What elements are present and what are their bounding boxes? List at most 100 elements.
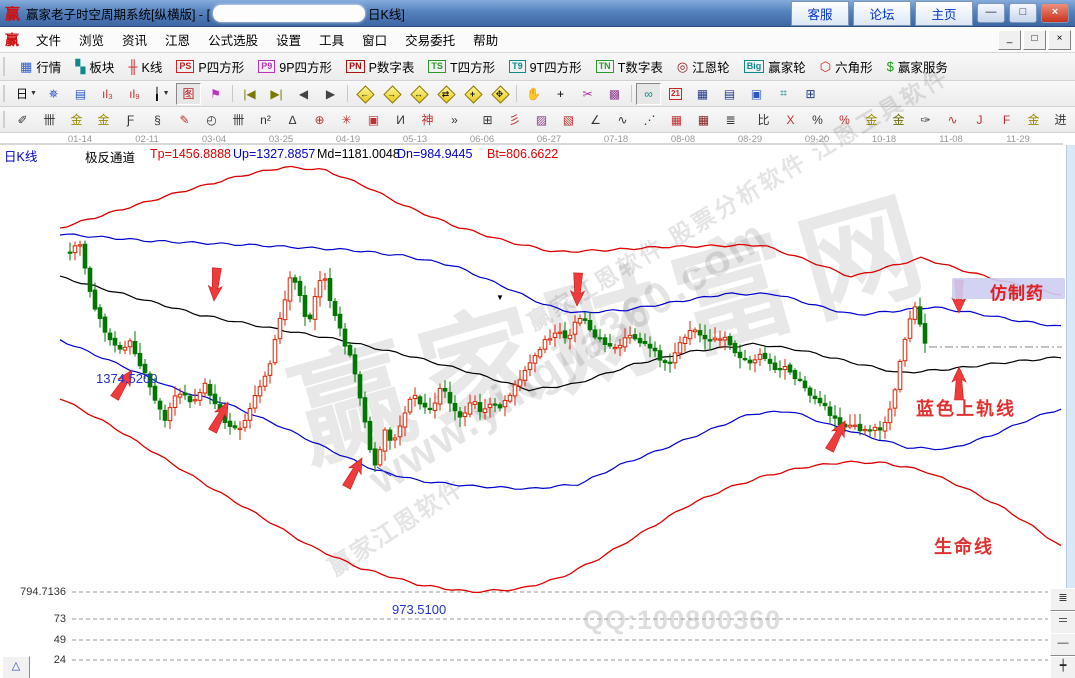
customer-service-button[interactable]: 客服 — [791, 1, 849, 26]
draw-tool-golden-comb-1[interactable]: 金 — [64, 109, 89, 131]
draw-tool-dot-rays[interactable]: ⋰ — [637, 109, 662, 131]
draw-tool-spiral[interactable]: § — [145, 109, 170, 131]
menu-item-交易委托[interactable]: 交易委托 — [396, 27, 464, 52]
toolbar-button-gann-wheel[interactable]: ◎江恩轮 — [670, 55, 737, 78]
view-tool-save[interactable]: ▣ — [744, 83, 769, 105]
menu-item-江恩[interactable]: 江恩 — [156, 27, 199, 52]
mdi-restore-button[interactable]: □ — [1023, 30, 1046, 50]
view-tool-calendar[interactable]: 21 — [663, 83, 688, 105]
menu-item-设置[interactable]: 设置 — [267, 27, 310, 52]
toolbar-button-9p-square[interactable]: P99P四方形 — [251, 55, 339, 78]
view-tool-browse[interactable]: ∞ — [636, 83, 661, 105]
toolbar-button-p-number-table[interactable]: PNP数字表 — [339, 55, 421, 78]
mdi-minimize-button[interactable]: _ — [998, 30, 1021, 50]
toolbar-button-p-square[interactable]: PSP四方形 — [169, 55, 251, 78]
menu-item-窗口[interactable]: 窗口 — [353, 27, 396, 52]
draw-tool-ray-star[interactable]: ✳ — [334, 109, 359, 131]
minimize-button[interactable]: — — [977, 3, 1005, 23]
draw-tool-advance-angle[interactable]: 进 — [1048, 109, 1073, 131]
view-tool-remote-data[interactable]: ⊞ — [798, 83, 823, 105]
draw-tool-golden-circle[interactable]: 金 — [859, 109, 884, 131]
view-tool-calculator[interactable]: ▦ — [690, 83, 715, 105]
view-tool-shift-right[interactable]: → — [379, 83, 404, 105]
draw-tool-more-tools[interactable]: » — [442, 109, 467, 131]
toolbar-button-hexagon[interactable]: ⬡六角形 — [813, 55, 880, 78]
menu-item-工具[interactable]: 工具 — [310, 27, 353, 52]
draw-tool-flag-pen[interactable]: ✑ — [913, 109, 938, 131]
draw-tool-trend-angle[interactable]: ∠ — [583, 109, 608, 131]
view-tool-memo[interactable]: ▤ — [717, 83, 742, 105]
view-tool-center-cross[interactable]: + — [460, 83, 485, 105]
toolbar-button-quotes[interactable]: ▦行情 — [13, 55, 68, 78]
view-tool-chart-9[interactable]: ıl₉ — [122, 83, 147, 105]
view-tool-candle-style[interactable]: ╽▼ — [149, 83, 174, 105]
close-button[interactable]: × — [1041, 3, 1069, 23]
restore-button[interactable]: □ — [1009, 3, 1037, 23]
view-tool-color-chart[interactable]: ⚑ — [203, 83, 228, 105]
toolbar-button-winner-service[interactable]: $赢家服务 — [880, 55, 955, 78]
draw-tool-price-grid[interactable]: ▦ — [664, 109, 689, 131]
view-tool-expand-all[interactable]: ✥ — [487, 83, 512, 105]
kline-density-3[interactable]: ≣ — [1050, 588, 1075, 611]
kline-density-1[interactable]: — — [1050, 633, 1075, 656]
draw-tool-gann-box[interactable]: ⊞ — [475, 109, 500, 131]
homepage-button[interactable]: 主页 — [915, 1, 973, 26]
kline-slider[interactable]: ┿ — [1050, 656, 1075, 678]
draw-tool-zigzag[interactable]: ∿ — [610, 109, 635, 131]
mdi-close-button[interactable]: × — [1048, 30, 1071, 50]
view-tool-jump-first[interactable]: |◀ — [237, 83, 262, 105]
view-tool-main-view[interactable]: 图 — [176, 83, 201, 105]
view-tool-expand-horizontal[interactable]: ↔ — [406, 83, 431, 105]
overlay-toggle-button[interactable]: △ — [2, 656, 30, 678]
view-tool-info-list[interactable]: ▤ — [68, 83, 93, 105]
toolbar-button-9t-square[interactable]: T99T四方形 — [502, 55, 589, 78]
toolbar-button-t-square[interactable]: TST四方形 — [421, 55, 502, 78]
draw-tool-gann-pen[interactable]: ✎ — [172, 109, 197, 131]
menu-item-帮助[interactable]: 帮助 — [464, 27, 507, 52]
view-tool-crosshair[interactable]: + — [548, 83, 573, 105]
toolbar-button-sectors[interactable]: ▚板块 — [68, 55, 121, 78]
draw-tool-target-cross[interactable]: ⊕ — [307, 109, 332, 131]
draw-tool-wave-mark[interactable]: И — [388, 109, 413, 131]
view-tool-net-share[interactable]: ⌗ — [771, 83, 796, 105]
toolbar-button-kline[interactable]: ╫K线 — [121, 55, 169, 78]
draw-tool-golden-lines[interactable]: 金 — [886, 109, 911, 131]
kline-density-2[interactable]: ＝ — [1050, 611, 1075, 634]
draw-tool-gold-angle[interactable]: 金 — [1021, 109, 1046, 131]
view-tool-hand-drag[interactable]: ✋ — [521, 83, 546, 105]
view-tool-pattern[interactable]: ▩ — [602, 83, 627, 105]
draw-tool-fan-grid[interactable]: ▧ — [556, 109, 581, 131]
menu-item-公式选股[interactable]: 公式选股 — [199, 27, 267, 52]
draw-tool-fan-box[interactable]: ▨ — [529, 109, 554, 131]
draw-tool-time-grid[interactable]: ▦ — [691, 109, 716, 131]
kline-chart-canvas[interactable]: 1374.5200 973.5100 蓝色上轨线 生命线 仿制药 ▼ 01-14… — [0, 133, 1075, 678]
view-tool-step-forward[interactable]: ▶ — [318, 83, 343, 105]
forum-button[interactable]: 论坛 — [853, 1, 911, 26]
draw-tool-multi-lines[interactable]: ≣ — [718, 109, 743, 131]
view-tool-compress-horizontal[interactable]: ⇄ — [433, 83, 458, 105]
draw-tool-draw-brush[interactable]: ✐ — [10, 109, 35, 131]
view-tool-period-day[interactable]: 日▼ — [14, 83, 39, 105]
draw-tool-j-angle[interactable]: J — [967, 109, 992, 131]
draw-tool-golden-comb-2[interactable]: 金 — [91, 109, 116, 131]
draw-tool-compare-k[interactable]: 比 — [751, 109, 776, 131]
menu-item-资讯[interactable]: 资讯 — [113, 27, 156, 52]
draw-tool-f-angle[interactable]: F — [994, 109, 1019, 131]
menu-item-文件[interactable]: 文件 — [27, 27, 70, 52]
draw-tool-ruler-comb[interactable]: 卌 — [226, 109, 251, 131]
draw-tool-time-comb[interactable]: 卌 — [37, 109, 62, 131]
draw-tool-wave-channel[interactable]: ∿ — [940, 109, 965, 131]
toolbar-button-t-number-table[interactable]: TNT数字表 — [589, 55, 670, 78]
draw-tool-percent-lines[interactable]: % — [832, 109, 857, 131]
view-tool-shift-left[interactable]: ← — [352, 83, 377, 105]
toolbar-button-winner-wheel[interactable]: Big赢家轮 — [737, 55, 813, 78]
view-tool-web-links[interactable]: ✵ — [41, 83, 66, 105]
draw-tool-percent[interactable]: % — [805, 109, 830, 131]
draw-tool-fib-lines[interactable]: Ƒ — [118, 109, 143, 131]
view-tool-chart-3[interactable]: ıl₃ — [95, 83, 120, 105]
draw-tool-angle-mirror[interactable]: ∆ — [280, 109, 305, 131]
draw-tool-square-n2[interactable]: n² — [253, 109, 278, 131]
menu-item-浏览[interactable]: 浏览 — [70, 27, 113, 52]
view-tool-step-back[interactable]: ◀ — [291, 83, 316, 105]
view-tool-erase[interactable]: ✂ — [575, 83, 600, 105]
